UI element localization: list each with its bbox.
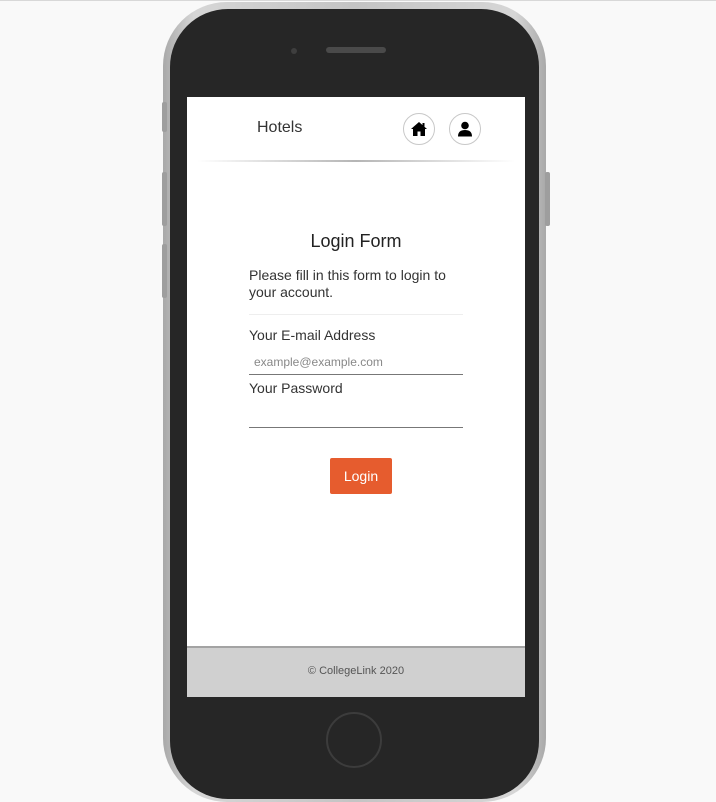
phone-home-button: [326, 712, 382, 768]
volume-down-button: [162, 244, 167, 298]
form-divider: [249, 314, 463, 315]
login-button[interactable]: Login: [330, 458, 392, 494]
home-icon: [411, 122, 427, 136]
earpiece-speaker: [326, 47, 386, 53]
footer-copyright: © CollegeLink 2020: [307, 665, 405, 677]
power-button: [545, 172, 550, 226]
form-description: Please fill in this form to login to you…: [249, 267, 446, 300]
volume-up-button: [162, 172, 167, 226]
front-camera: [291, 48, 297, 54]
email-field[interactable]: [249, 349, 463, 375]
home-button[interactable]: [403, 113, 435, 145]
email-label: Your E-mail Address: [249, 327, 376, 343]
brand-link[interactable]: Hotels: [257, 119, 302, 137]
password-field[interactable]: [249, 402, 463, 428]
footer: © CollegeLink 2020: [187, 646, 525, 697]
password-label: Your Password: [249, 380, 343, 396]
profile-button[interactable]: [449, 113, 481, 145]
phone-screen: Hotels Login Form Please fill in this fo…: [187, 97, 525, 697]
user-icon: [458, 121, 472, 137]
mute-switch: [162, 102, 167, 132]
navbar: Hotels: [187, 97, 525, 162]
window-top-border: [0, 0, 716, 1]
navbar-divider: [197, 160, 515, 162]
form-title: Login Form: [310, 231, 402, 251]
